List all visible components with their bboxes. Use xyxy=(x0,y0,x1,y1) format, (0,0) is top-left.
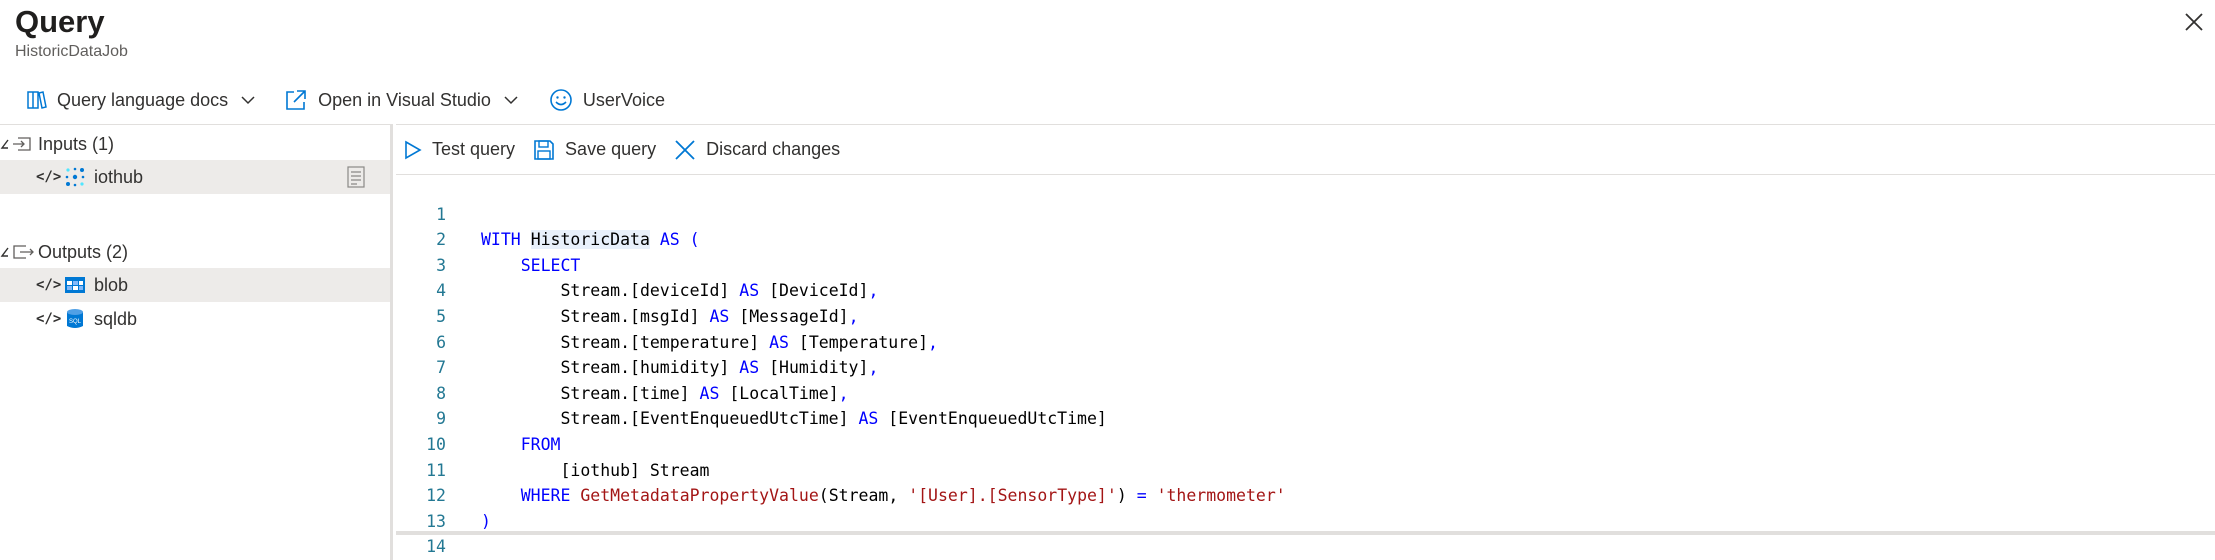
output-item-blob[interactable]: </> blob xyxy=(0,268,390,302)
chevron-expanded-icon xyxy=(0,139,9,149)
blade-header: Query HistoricDataJob xyxy=(0,0,2215,78)
code-line: 13 xyxy=(396,483,2215,531)
code-line: 9 FROM xyxy=(396,381,2215,454)
blob-storage-icon xyxy=(64,274,86,296)
editor-resize-handle[interactable] xyxy=(396,531,2215,535)
code-line: 12 ) xyxy=(396,458,2215,531)
test-query-label: Test query xyxy=(432,139,516,159)
code-line: 4 Stream.[msgId] AS [MessageId], xyxy=(396,253,2215,326)
discard-changes-button[interactable]: Discard changes xyxy=(674,139,840,161)
code-icon: </> xyxy=(36,311,62,327)
inputs-outputs-tree: Inputs (1) </> iothub Outputs (2) </> bl… xyxy=(0,124,393,560)
chevron-down-icon xyxy=(504,96,518,105)
uservoice-label: UserVoice xyxy=(582,89,665,110)
code-line: 8 Stream.[EventEnqueuedUtcTime] AS [Even… xyxy=(396,355,2215,429)
save-query-label: Save query xyxy=(565,139,657,159)
open-in-visual-studio-label: Open in Visual Studio xyxy=(318,89,491,110)
svg-text:SQL: SQL xyxy=(69,319,82,325)
uservoice-button[interactable]: UserVoice xyxy=(549,82,665,118)
code-line: 2 SELECT xyxy=(396,202,2215,275)
query-editor-pane: Test query Save query Discard changes 1 … xyxy=(396,124,2215,560)
output-icon xyxy=(13,245,34,259)
code-line: 3 Stream.[deviceId] AS [DeviceId], xyxy=(396,227,2215,301)
line-number: 14 xyxy=(426,537,446,557)
code-line: 7 Stream.[time] AS [LocalTime], xyxy=(396,330,2215,403)
query-language-docs-label: Query language docs xyxy=(57,89,229,110)
book-icon xyxy=(27,91,47,109)
save-query-button[interactable]: Save query xyxy=(533,139,656,161)
open-in-visual-studio-button[interactable]: Open in Visual Studio xyxy=(284,82,519,118)
sample-data-icon[interactable] xyxy=(346,166,366,188)
page-subtitle: HistoricDataJob xyxy=(15,43,128,60)
open-external-icon xyxy=(286,90,306,110)
close-icon xyxy=(2185,13,2203,31)
save-icon xyxy=(534,139,554,160)
output-item-name: blob xyxy=(94,274,129,295)
play-icon xyxy=(405,140,422,159)
input-item-iothub[interactable]: </> iothub xyxy=(0,160,390,194)
input-item-name: iothub xyxy=(94,166,144,187)
inputs-section-header[interactable]: Inputs (1) xyxy=(0,129,114,159)
test-query-button[interactable]: Test query xyxy=(404,139,515,160)
iothub-icon xyxy=(64,166,86,188)
query-toolbar: Test query Save query Discard changes xyxy=(396,125,2215,175)
code-line: 11 WHERE GetMetadataPropertyValue(Stream… xyxy=(396,432,2215,506)
input-icon xyxy=(13,137,31,151)
smiley-icon xyxy=(550,89,572,111)
discard-icon xyxy=(675,139,695,160)
code-line: 6 Stream.[humidity] AS [Humidity], xyxy=(396,304,2215,378)
code-icon: </> xyxy=(36,169,62,185)
sql-database-icon: SQL xyxy=(64,308,86,330)
close-button[interactable] xyxy=(2180,8,2208,36)
code-line: 1 WITH HistoricData AS ( xyxy=(396,176,2215,250)
command-bar: Query language docs Open in Visual Studi… xyxy=(0,82,2215,118)
output-item-name: sqldb xyxy=(94,308,138,329)
inputs-section-label: Inputs (1) xyxy=(38,133,115,154)
outputs-section-header[interactable]: Outputs (2) xyxy=(0,237,128,267)
discard-changes-label: Discard changes xyxy=(706,139,841,159)
query-language-docs-button[interactable]: Query language docs xyxy=(25,82,256,118)
chevron-expanded-icon xyxy=(0,247,9,257)
outputs-section-label: Outputs (2) xyxy=(38,241,129,262)
chevron-down-icon xyxy=(241,96,255,105)
code-line: 5 Stream.[temperature] AS [Temperature], xyxy=(396,278,2215,352)
output-item-sqldb[interactable]: </> SQL sqldb xyxy=(0,302,390,336)
code-line: 10 [iothub] Stream xyxy=(396,406,2215,480)
code-editor[interactable]: 1 WITH HistoricData AS ( 2 SELECT 3 Stre… xyxy=(396,176,2215,557)
code-icon: </> xyxy=(36,277,62,293)
page-title: Query xyxy=(15,4,105,39)
